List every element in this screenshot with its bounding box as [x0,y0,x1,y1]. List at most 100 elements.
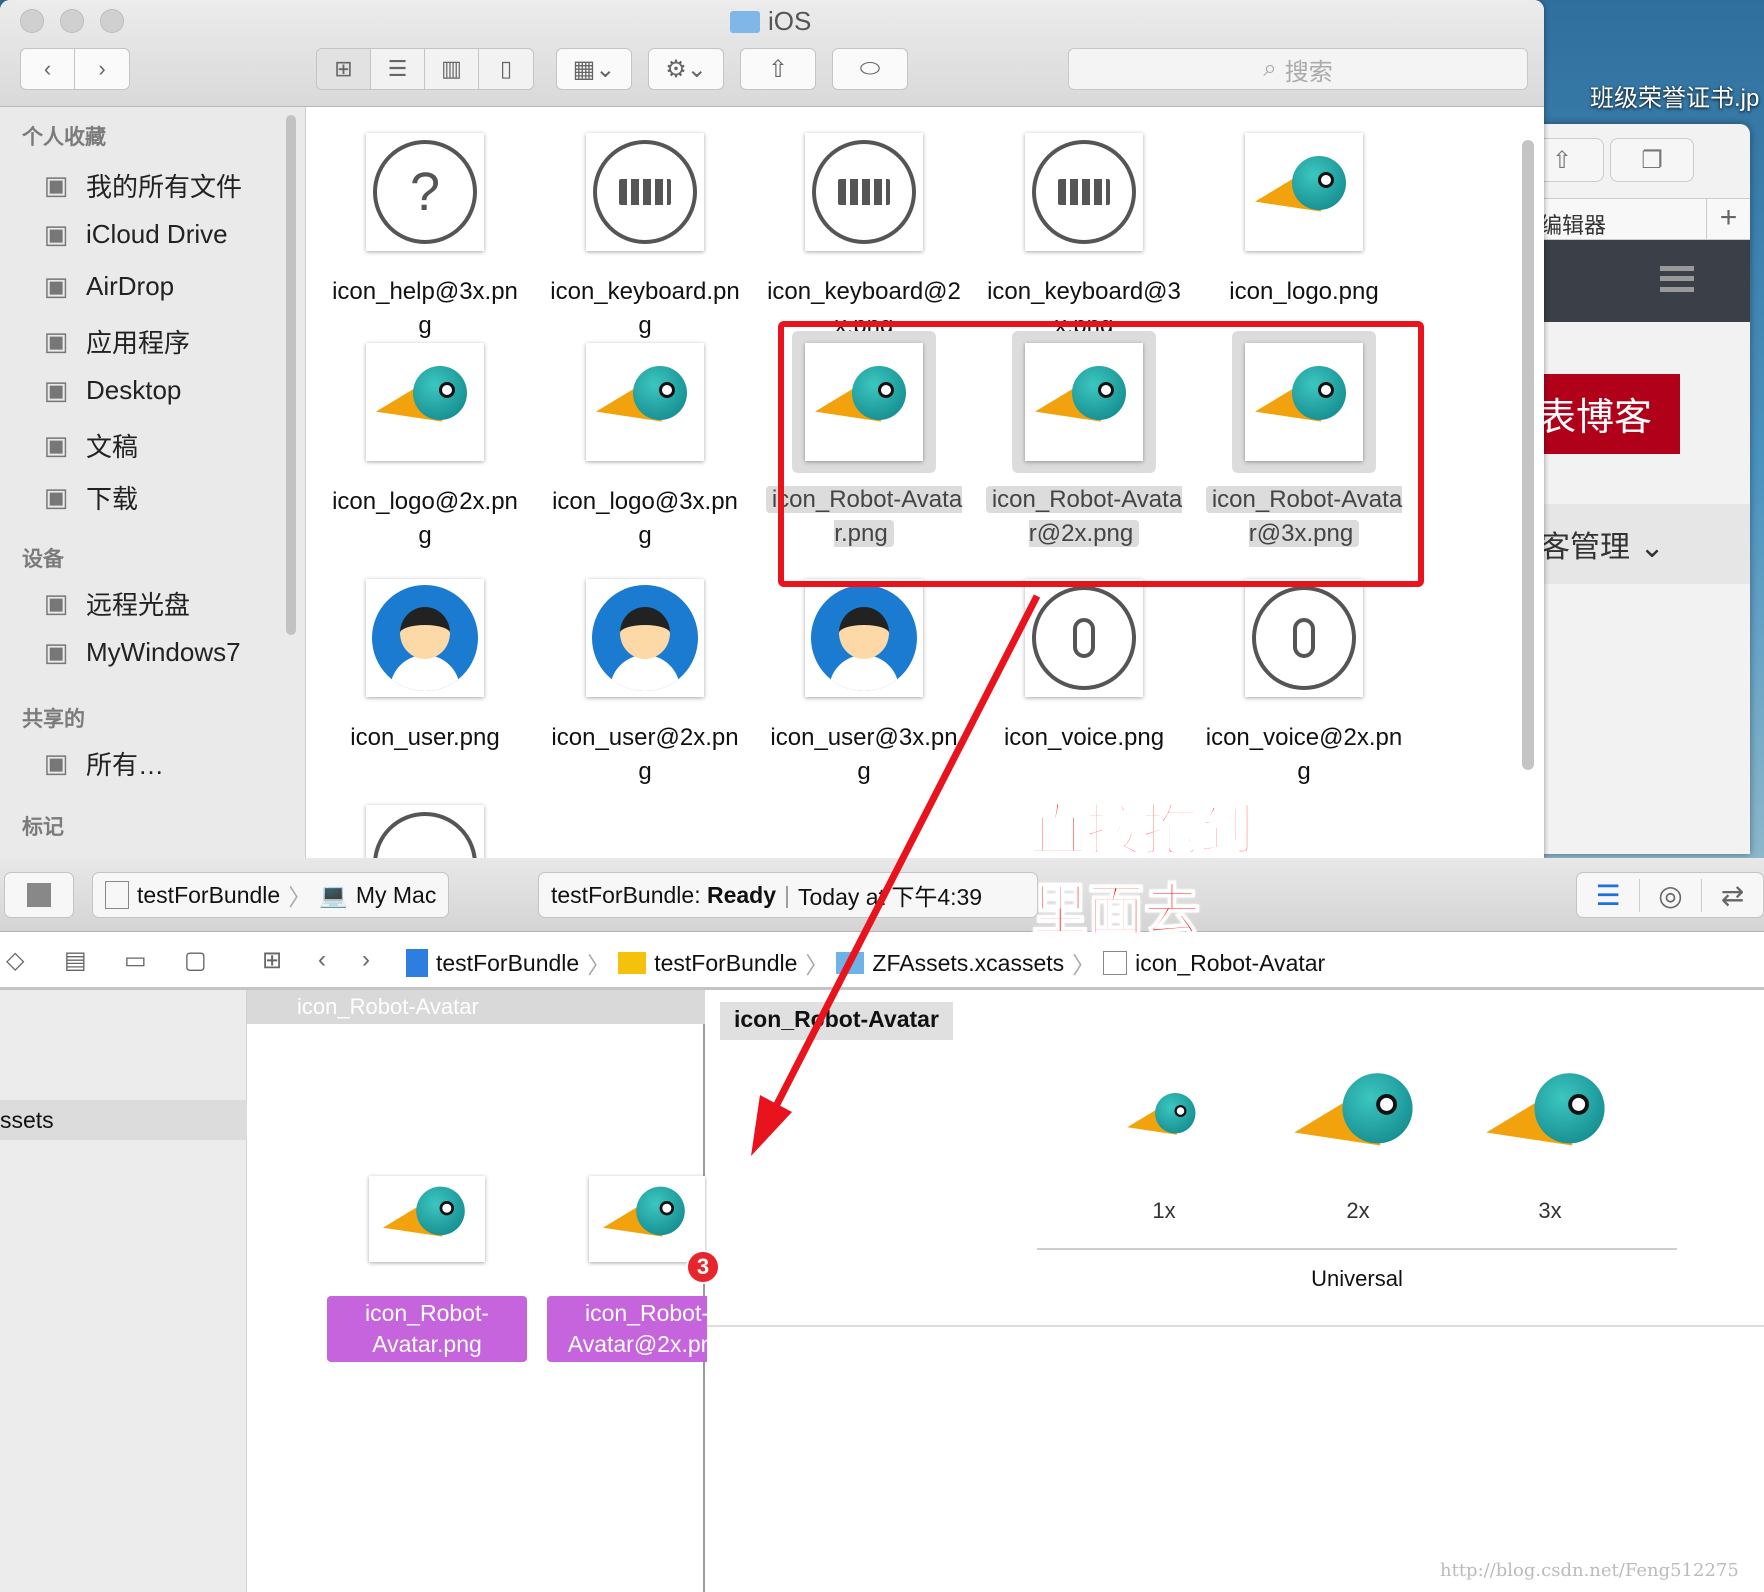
file-thumbnail [1245,133,1363,251]
sidebar-item[interactable]: ▣ 文稿 [38,427,138,464]
file-item[interactable]: icon_voice@2x.png [1199,579,1409,789]
asset-list: icon_Robot-Avatar icon_Robot-Avatar.png i… [247,990,966,1592]
disc-icon: ▣ [43,588,69,618]
list-view-button[interactable]: ☰ [371,49,425,89]
file-name: icon_user.png [350,724,500,751]
breadcrumb-item[interactable]: testForBundle [436,950,579,977]
desktop-file-label[interactable]: 班级荣誉证书.jp [1590,78,1759,113]
file-grid-scrollbar[interactable] [1522,140,1534,770]
assistant-editor-icon[interactable]: ◎ [1639,878,1701,912]
image-slot-2x[interactable]: 2x [1278,1070,1438,1224]
drag-count-badge: 3 [686,1250,720,1284]
image-slot-3x[interactable]: 3x [1470,1070,1630,1224]
icon-view-button[interactable]: ⊞ [317,49,371,89]
file-name: icon_voice.png [1003,724,1165,751]
file-thumbnail [366,805,484,858]
sidebar-item[interactable]: ▣ 我的所有文件 [38,167,242,204]
breadcrumb-item[interactable]: icon_Robot-Avatar [1135,950,1325,977]
column-view-button[interactable]: ▥ [425,49,479,89]
tag-icon: ⬭ [859,55,881,82]
sidebar-item[interactable]: ▣ 下载 [38,479,138,516]
file-item[interactable]: icon_user@2x.png [540,579,750,789]
action-gear-button[interactable]: ⚙⌄ [648,48,724,90]
bird-icon [599,1183,692,1255]
file-thumbnail [589,1176,705,1262]
sidebar-item[interactable]: ▣ MyWindows7 [38,637,241,668]
file-name: icon_logo@2x.png [332,488,518,549]
sidebar-item[interactable]: ▣ 远程光盘 [38,585,190,622]
share-icon: ⇧ [767,55,789,83]
file-item[interactable]: icon_logo@3x.png [540,343,750,553]
imageset-editor: icon_Robot-Avatar Universal 1x 2x 3x [707,990,1764,1592]
file-item[interactable]: icon_user.png [320,579,530,755]
tags-button[interactable]: ⬭ [832,48,908,90]
file-item[interactable]: icon_keyboard.png [540,133,750,343]
file-item[interactable]: icon_logo.png [1199,133,1409,309]
share-button[interactable]: ⇧ [740,48,816,90]
keyboard-icon [593,140,697,244]
navigator-row[interactable]: ssets [0,1100,247,1140]
tag-icon[interactable]: ▭ [124,946,147,975]
microphone-icon [1252,586,1356,690]
status-prefix: testForBundle: [551,881,707,908]
file-item[interactable] [320,805,530,858]
scale-label: 1x [1152,1198,1176,1223]
bird-icon [1250,152,1354,232]
breakpoint-navigator-icon[interactable]: ◇ [6,946,24,975]
scale-label: 3x [1538,1198,1562,1223]
search-input[interactable]: ⌕ 搜索 [1068,48,1528,90]
menu-icon[interactable] [1660,266,1694,292]
arrange-button[interactable]: ▦⌄ [556,48,632,90]
comment-icon[interactable]: ▢ [184,946,207,975]
title-text: iOS [768,6,812,36]
sidebar-item-label: 所有… [86,750,165,780]
sidebar-item[interactable]: ▣ AirDrop [38,271,174,302]
file-name: icon_help@3x.png [332,278,518,339]
back-icon[interactable]: ‹ [318,946,326,974]
minimize-button[interactable] [60,9,84,33]
status-text: testForBundle: Ready [551,882,776,909]
forward-icon[interactable]: › [362,946,370,974]
breadcrumb-item[interactable]: testForBundle [654,950,797,977]
microphone-icon [1032,586,1136,690]
forward-button[interactable]: › [75,49,129,89]
downloads-icon: ▣ [43,482,69,512]
file-item[interactable]: ? icon_help@3x.png [320,133,530,343]
scale-label: 2x [1346,1198,1370,1223]
window-title: iOS [730,6,811,37]
image-slot-1x[interactable]: 1x [1084,1070,1244,1224]
version-editor-icon[interactable]: ⇄ [1701,878,1763,912]
breadcrumb-item[interactable]: ZFAssets.xcassets [872,950,1064,977]
annotation-line1: 直接拖到 [1029,798,1255,865]
sidebar-item[interactable]: ▣ 所有… [38,745,164,782]
zoom-button[interactable] [100,9,124,33]
file-thumbnail: ? [366,133,484,251]
file-item[interactable]: icon_logo@2x.png [320,343,530,553]
new-tab-button[interactable]: + [1706,199,1750,239]
sidebar-item[interactable]: ▣ Desktop [38,375,182,406]
stop-button[interactable] [4,872,74,918]
sidebar-item[interactable]: ▣ 应用程序 [38,323,190,360]
folder-icon [836,952,865,974]
search-placeholder: 搜索 [1284,58,1333,86]
asset-list-item[interactable]: icon_Robot-Avatar [247,990,705,1024]
file-item[interactable]: icon_voice.png [979,579,1189,755]
sidebar-scrollbar[interactable] [286,115,296,635]
related-items-icon[interactable]: ⊞ [262,946,282,975]
file-name: icon_voice@2x.png [1205,724,1403,785]
back-button[interactable]: ‹ [21,49,75,89]
jump-bar: ◇ ▤ ▭ ▢ ⊞ ‹ › testForBundle 〉 testForBund… [0,932,1764,990]
dragged-file[interactable]: icon_Robot-Avatar.png [327,1176,527,1362]
scheme-selector[interactable]: testForBundle 〉 💻 My Mac [92,872,450,918]
bird-icon [1124,1090,1202,1150]
file-item[interactable]: icon_keyboard@2x.png [759,133,969,343]
bird-icon [591,362,695,442]
report-navigator-icon[interactable]: ▤ [64,946,87,975]
coverflow-view-button[interactable]: ▯ [479,49,533,89]
tabs-button[interactable]: ❐ [1610,138,1694,182]
file-item[interactable]: icon_user@3x.png [759,579,969,789]
file-item[interactable]: icon_keyboard@3x.png [979,133,1189,343]
close-button[interactable] [20,9,44,33]
sidebar-item[interactable]: ▣ iCloud Drive [38,219,228,250]
standard-editor-icon[interactable]: ☰ [1577,879,1639,912]
